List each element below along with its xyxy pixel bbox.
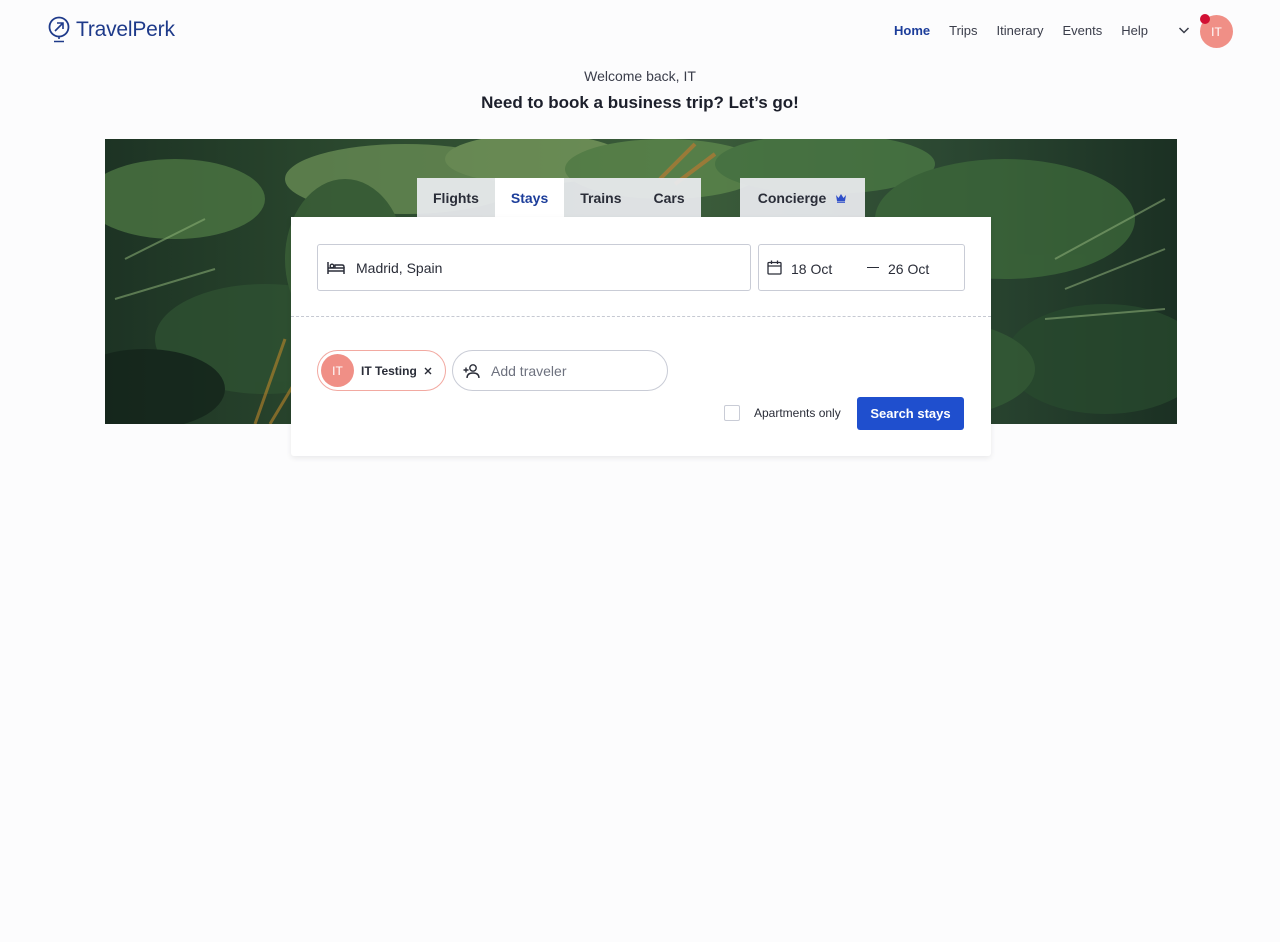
add-person-icon xyxy=(463,364,480,379)
top-bar: TravelPerk Home Trips Itinerary Events H… xyxy=(0,0,1280,62)
date-range-picker[interactable]: 18 Oct 26 Oct xyxy=(758,244,965,291)
brand-name: TravelPerk xyxy=(76,18,175,41)
search-stays-button[interactable]: Search stays xyxy=(857,397,964,430)
check-in-date[interactable]: 18 Oct xyxy=(791,261,832,277)
brand-logo[interactable]: TravelPerk xyxy=(48,16,175,44)
crown-icon xyxy=(836,193,847,203)
calendar-icon xyxy=(767,260,782,275)
nav-trips[interactable]: Trips xyxy=(949,23,977,38)
tab-cars[interactable]: Cars xyxy=(637,178,701,217)
chevron-down-icon[interactable] xyxy=(1176,22,1192,38)
traveler-chip: IT IT Testing xyxy=(317,350,446,391)
nav-itinerary[interactable]: Itinerary xyxy=(997,23,1044,38)
remove-traveler-close-icon[interactable] xyxy=(422,365,434,377)
apartments-only-label[interactable]: Apartments only xyxy=(754,406,841,420)
traveler-avatar: IT xyxy=(321,354,354,387)
concierge-label: Concierge xyxy=(757,189,827,206)
check-out-date[interactable]: 26 Oct xyxy=(888,261,929,277)
tab-trains[interactable]: Trains xyxy=(564,178,638,217)
apartments-only-checkbox[interactable] xyxy=(724,405,740,421)
date-separator xyxy=(867,267,879,268)
nav-help[interactable]: Help xyxy=(1121,23,1148,38)
page-headline: Need to book a business trip? Let’s go! xyxy=(481,93,799,112)
bed-icon xyxy=(327,262,345,274)
nav-home[interactable]: Home xyxy=(894,23,930,38)
main-nav: Home Trips Itinerary Events Help xyxy=(894,23,1148,38)
destination-value: Madrid, Spain xyxy=(356,259,443,276)
booking-tabs: Flights Stays Trains Cars xyxy=(417,178,701,217)
tab-concierge[interactable]: Concierge xyxy=(740,178,865,217)
add-traveler-input[interactable]: Add traveler xyxy=(452,350,668,391)
welcome-text: Welcome back, IT xyxy=(584,68,696,84)
traveler-name: IT Testing xyxy=(361,364,417,378)
section-divider xyxy=(291,316,991,317)
tab-flights[interactable]: Flights xyxy=(417,178,495,217)
travelperk-logo-icon xyxy=(48,16,70,43)
notification-dot xyxy=(1200,14,1210,24)
add-traveler-placeholder: Add traveler xyxy=(491,363,567,379)
stays-search-panel: Madrid, Spain 18 Oct 26 Oct IT IT Testin… xyxy=(291,217,991,456)
tab-stays[interactable]: Stays xyxy=(494,178,565,217)
nav-events[interactable]: Events xyxy=(1063,23,1103,38)
destination-input[interactable]: Madrid, Spain xyxy=(317,244,751,291)
